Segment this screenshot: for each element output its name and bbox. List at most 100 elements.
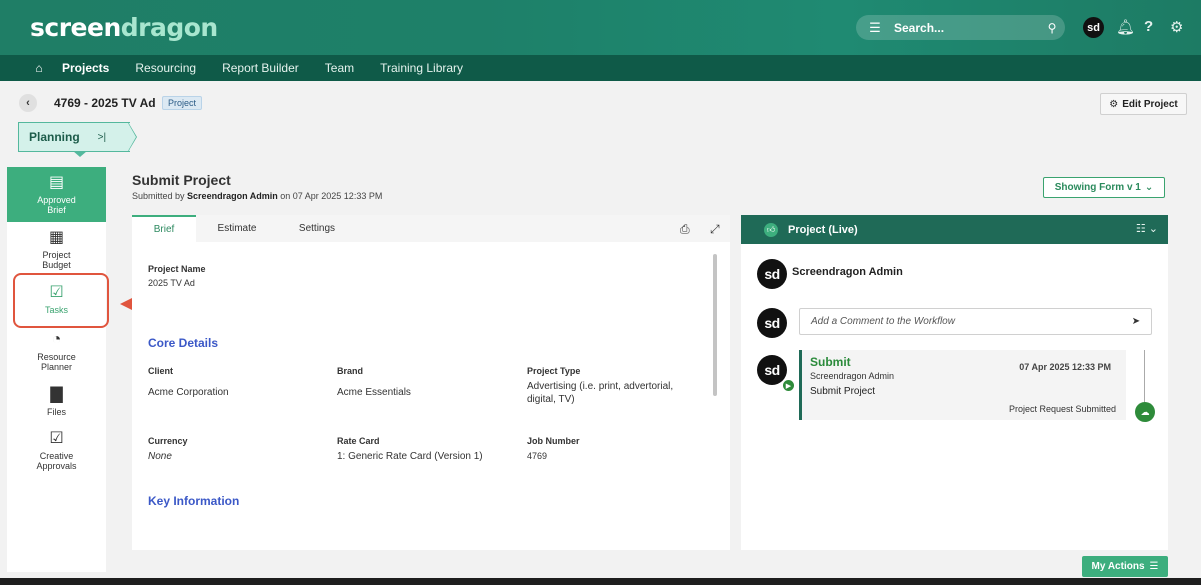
workflow-panel-title: Project (Live): [788, 223, 858, 236]
sidebar-item-label: Resource Planner: [37, 352, 76, 372]
project-name-value: 2025 TV Ad: [148, 278, 195, 288]
nav-resourcing[interactable]: Resourcing: [135, 61, 196, 75]
logo-text-dragon: dragon: [120, 13, 218, 42]
comment-avatar: sd: [757, 308, 787, 338]
play-icon: ▶: [781, 378, 796, 393]
list-icon: ☰: [1149, 561, 1159, 572]
stage-pointer: [73, 151, 87, 157]
tab-brief[interactable]: Brief: [132, 215, 196, 242]
step-user: Screendragon Admin: [810, 371, 895, 381]
cloud-upload-icon[interactable]: ☁: [1135, 402, 1155, 422]
project-sidebar: ▤ Approved Brief ▦ Project Budget ☑ Task…: [7, 167, 106, 572]
print-icon[interactable]: ⎙: [680, 222, 690, 237]
client-label: Client: [148, 366, 174, 376]
user-avatar[interactable]: sd: [1083, 17, 1104, 38]
project-title: 4769 - 2025 TV Ad: [54, 96, 156, 110]
back-button[interactable]: ‹: [19, 94, 37, 112]
client-value: Acme Corporation: [148, 387, 229, 398]
bell-icon[interactable]: 🔔︎: [1116, 18, 1135, 36]
workflow-comment-input[interactable]: Add a Comment to the Workflow ➤: [799, 308, 1152, 335]
project-type-badge: Project: [162, 96, 203, 110]
sidebar-item-label: Project Budget: [42, 250, 71, 270]
tab-settings[interactable]: Settings: [288, 215, 346, 242]
chevron-left-icon: ‹: [26, 97, 30, 109]
timeline-line: [1144, 350, 1145, 406]
form-submitted-info: Submitted by Screendragon Admin on 07 Ap…: [132, 191, 382, 201]
main-nav: ⌂ Projects Resourcing Report Builder Tea…: [0, 55, 1201, 81]
edit-project-label: Edit Project: [1122, 98, 1178, 110]
sidebar-item-project-budget[interactable]: ▦ Project Budget: [7, 229, 106, 274]
tasks-highlight-box: [13, 273, 109, 328]
my-actions-button[interactable]: My Actions ☰: [1082, 556, 1168, 577]
currency-label: Currency: [148, 436, 188, 446]
sidebar-item-creative-approvals[interactable]: ☑ Creative Approvals: [7, 430, 106, 475]
rate-card-value: 1: Generic Rate Card (Version 1): [337, 451, 483, 462]
project-type-value: Advertising (i.e. print, advertorial, di…: [527, 381, 674, 405]
stage-planning[interactable]: Planning >|: [18, 122, 137, 152]
nav-report-builder[interactable]: Report Builder: [222, 61, 299, 75]
nav-projects[interactable]: Projects: [62, 61, 109, 75]
workflow-panel-header: 👍︎ Project (Live) ☷ ⌄: [741, 215, 1168, 244]
tab-estimate[interactable]: Estimate: [206, 215, 268, 242]
sidebar-item-label: Files: [46, 407, 66, 417]
sidebar-item-label: Creative Approvals: [36, 451, 77, 471]
showing-form-label: Showing Form v 1: [1054, 182, 1141, 193]
person-clock-icon: ◔: [51, 331, 62, 348]
sidebar-item-files[interactable]: ▇ Files: [7, 386, 106, 421]
calculator-icon: ▦: [48, 229, 65, 246]
stage-tip-fill: [128, 123, 136, 151]
form-scrollbar[interactable]: [713, 254, 717, 396]
submitted-date: on 07 Apr 2025 12:33 PM: [280, 191, 383, 201]
stage-label: Planning: [29, 130, 80, 144]
nav-training-library[interactable]: Training Library: [380, 61, 463, 75]
logo-text-screen: screen: [30, 13, 121, 42]
step-action: Submit Project: [810, 386, 876, 397]
rate-card-label: Rate Card: [337, 436, 380, 446]
stage-chevron: Planning >|: [18, 122, 130, 152]
hamburger-menu-icon[interactable]: ☰: [862, 20, 888, 36]
thumbs-up-icon: 👍︎: [764, 222, 778, 237]
core-details-heading: Core Details: [148, 336, 219, 350]
form-icon: ▤: [48, 174, 65, 191]
gear-icon[interactable]: ⚙: [1170, 18, 1183, 36]
global-search[interactable]: ☰ Search... ⚲: [856, 15, 1065, 40]
submitted-prefix: Submitted by: [132, 191, 185, 201]
job-number-label: Job Number: [527, 436, 580, 446]
search-icon[interactable]: ⚲: [1039, 21, 1065, 35]
top-header: screendragon ☰ Search... ⚲ sd 🔔︎ ? ⚙: [0, 0, 1201, 55]
project-type-label: Project Type: [527, 366, 581, 376]
chevron-down-icon: ⌄: [1144, 182, 1154, 193]
form-tabs: Brief Estimate Settings ⎙ ⤢: [132, 215, 730, 242]
workflow-user-name: Screendragon Admin: [792, 266, 903, 278]
my-actions-label: My Actions: [1091, 561, 1145, 572]
sidebar-item-resource-planner[interactable]: ◔ Resource Planner: [7, 331, 106, 376]
form-title: Submit Project: [132, 172, 231, 188]
brief-form-panel: Brief Estimate Settings ⎙ ⤢ Project Name…: [132, 215, 730, 550]
step-title: Submit: [810, 355, 851, 369]
screendragon-logo[interactable]: screendragon: [30, 13, 218, 42]
job-number-value: 4769: [527, 451, 548, 461]
sidebar-item-approved-brief[interactable]: ▤ Approved Brief: [7, 167, 106, 222]
calendar-check-icon: ☑: [49, 430, 64, 447]
help-icon[interactable]: ?: [1144, 18, 1153, 35]
edit-project-button[interactable]: ⚙ Edit Project: [1100, 93, 1187, 115]
filter-settings-icon[interactable]: ☷ ⌄: [1136, 222, 1158, 235]
currency-value: None: [148, 451, 172, 462]
brand-value: Acme Essentials: [337, 387, 411, 398]
key-information-heading: Key Information: [148, 494, 240, 508]
brand-label: Brand: [337, 366, 364, 376]
workflow-step-card[interactable]: Submit Screendragon Admin Submit Project…: [799, 350, 1126, 420]
collapse-panel-icon[interactable]: >|: [98, 132, 106, 143]
nav-team[interactable]: Team: [325, 61, 354, 75]
sidebar-item-label: Approved Brief: [37, 195, 76, 215]
submitted-by-user: Screendragon Admin: [187, 191, 278, 201]
taskbar-strip: [0, 578, 1201, 585]
expand-icon[interactable]: ⤢: [710, 222, 720, 237]
file-icon: ▇: [50, 386, 63, 403]
send-icon[interactable]: ➤: [1121, 316, 1151, 327]
search-input[interactable]: Search...: [888, 21, 1039, 35]
gear-icon: ⚙: [1109, 98, 1119, 110]
home-icon[interactable]: ⌂: [16, 61, 62, 75]
showing-form-dropdown[interactable]: Showing Form v 1 ⌄: [1043, 177, 1165, 198]
step-status: Project Request Submitted: [1008, 404, 1116, 414]
